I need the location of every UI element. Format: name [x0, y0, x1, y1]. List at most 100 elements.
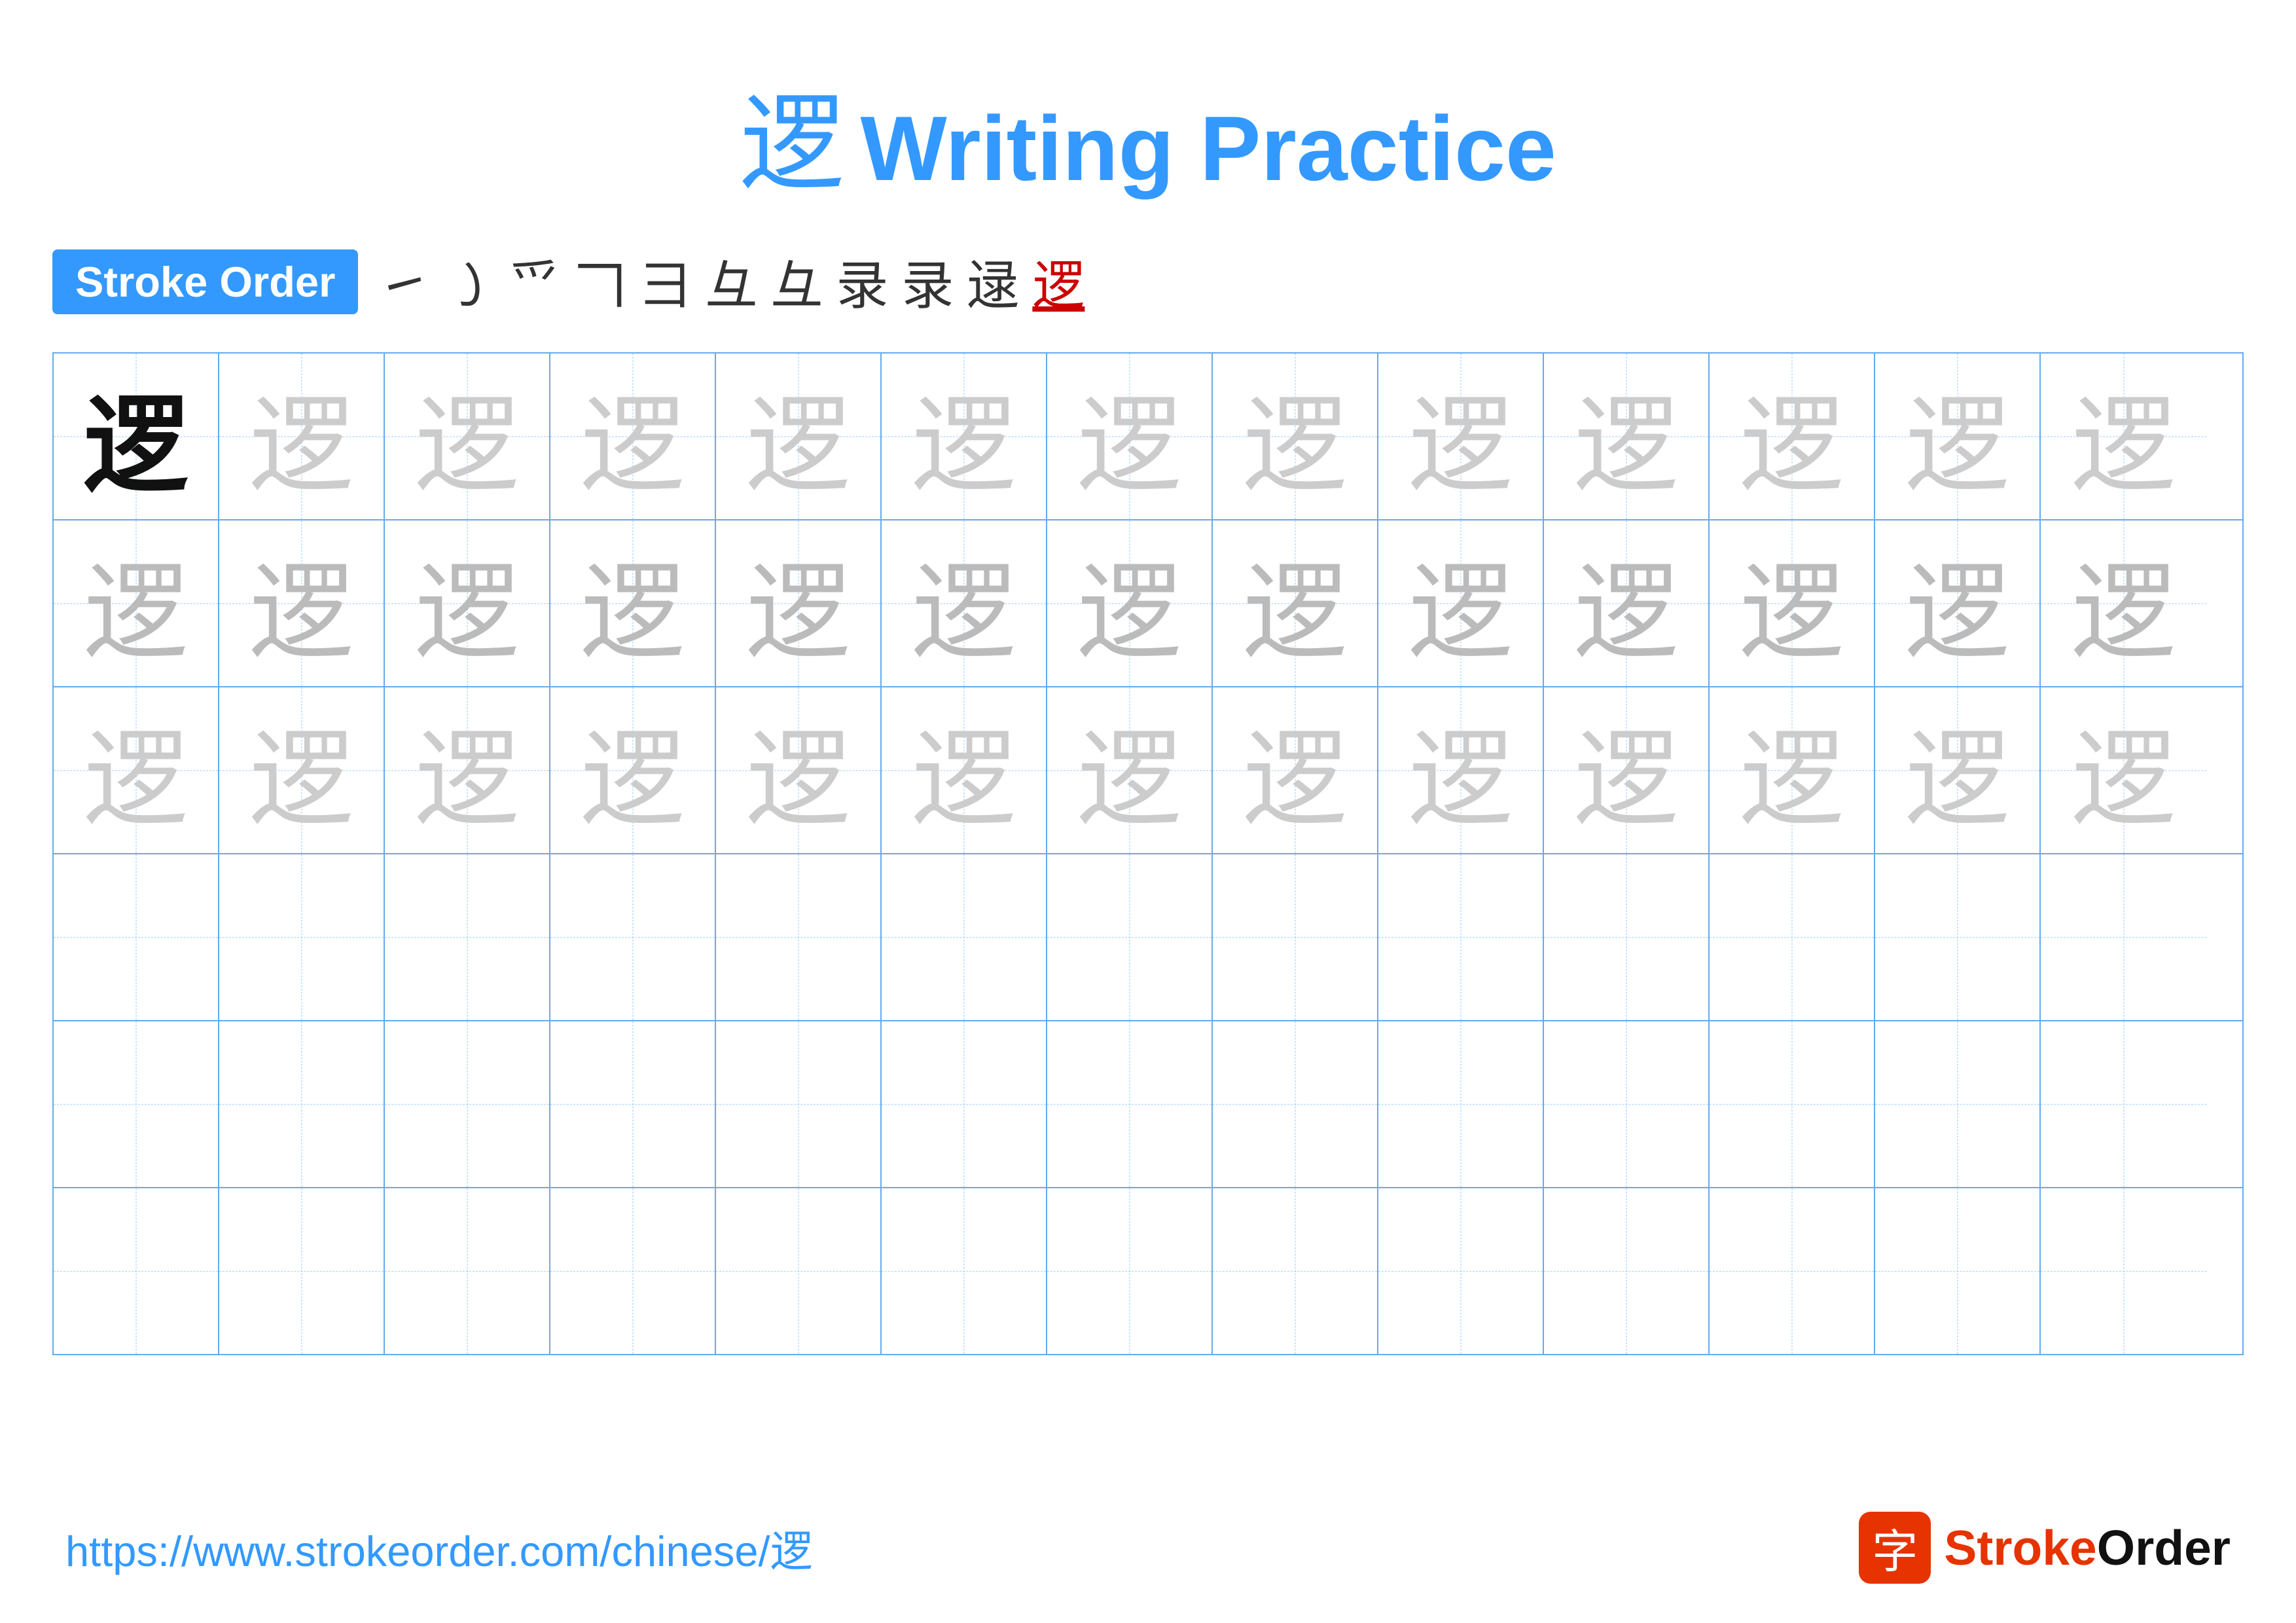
stroke-order-badge: Stroke Order [52, 249, 358, 314]
grid-cell-r4-c8[interactable] [1213, 854, 1378, 1020]
char-guide: 逻 [1905, 695, 2009, 847]
grid-cell-r3-c7: 逻 [1047, 687, 1213, 853]
char-guide: 逻 [1408, 695, 1513, 847]
grid-cell-r5-c1[interactable] [54, 1021, 219, 1187]
grid-cell-r4-c12[interactable] [1875, 854, 2041, 1020]
logo-char: 字 [1872, 1515, 1918, 1581]
grid-cell-r4-c2[interactable] [219, 854, 385, 1020]
grid-cell-r3-c6: 逻 [882, 687, 1047, 853]
char-guide: 逻 [580, 528, 685, 680]
stroke-11: 逻 [1032, 244, 1085, 319]
grid-cell-r3-c13: 逻 [2041, 687, 2206, 853]
grid-cell-r5-c12[interactable] [1875, 1021, 2041, 1187]
grid-cell-r4-c13[interactable] [2041, 854, 2206, 1020]
grid-cell-r5-c6[interactable] [882, 1021, 1047, 1187]
grid-cell-r2-c5: 逻 [716, 520, 882, 686]
grid-row-2: 逻 逻 逻 逻 逻 逻 逻 逻 逻 逻 逻 逻 [54, 520, 2242, 687]
grid-cell-r6-c3[interactable] [385, 1188, 550, 1354]
grid-cell-r4-c7[interactable] [1047, 854, 1213, 1020]
grid-cell-r4-c11[interactable] [1710, 854, 1875, 1020]
grid-cell-r6-c7[interactable] [1047, 1188, 1213, 1354]
char-guide: 逻 [1242, 361, 1347, 513]
grid-cell-r3-c3: 逻 [385, 687, 550, 853]
grid-row-1: 逻 逻 逻 逻 逻 逻 逻 逻 逻 逻 逻 逻 [54, 354, 2242, 520]
grid-cell-r4-c1[interactable] [54, 854, 219, 1020]
char-guide: 逻 [911, 361, 1016, 513]
title-chinese-char: 逻 [740, 86, 844, 203]
grid-cell-r2-c9: 逻 [1378, 520, 1544, 686]
grid-cell-r4-c4[interactable] [550, 854, 716, 1020]
grid-cell-r6-c11[interactable] [1710, 1188, 1875, 1354]
stroke-order-row: Stroke Order ㇀ ㇁ ⺤ 𠃍 彐 彑 彑 录 录 逯 逻 [0, 244, 2296, 319]
grid-cell-r1-c2: 逻 [219, 354, 385, 519]
grid-cell-r6-c10[interactable] [1544, 1188, 1710, 1354]
char-guide: 逻 [249, 528, 353, 680]
grid-cell-r3-c1: 逻 [54, 687, 219, 853]
grid-cell-r2-c8: 逻 [1213, 520, 1378, 686]
grid-cell-r6-c5[interactable] [716, 1188, 882, 1354]
char-guide: 逻 [249, 361, 353, 513]
grid-cell-r5-c8[interactable] [1213, 1021, 1378, 1187]
grid-cell-r3-c8: 逻 [1213, 687, 1378, 853]
char-guide: 逻 [1077, 528, 1181, 680]
grid-cell-r2-c12: 逻 [1875, 520, 2041, 686]
grid-cell-r1-c3: 逻 [385, 354, 550, 519]
char-guide: 逻 [1077, 695, 1181, 847]
grid-cell-r5-c10[interactable] [1544, 1021, 1710, 1187]
grid-cell-r4-c3[interactable] [385, 854, 550, 1020]
grid-cell-r5-c2[interactable] [219, 1021, 385, 1187]
stroke-sequence: ㇀ ㇁ ⺤ 𠃍 彐 彑 彑 录 录 逯 逻 [378, 244, 1085, 319]
grid-cell-r1-c13: 逻 [2041, 354, 2206, 519]
char-guide: 逻 [414, 695, 519, 847]
grid-cell-r6-c12[interactable] [1875, 1188, 2041, 1354]
grid-cell-r6-c4[interactable] [550, 1188, 716, 1354]
char-guide: 逻 [1242, 528, 1347, 680]
grid-cell-r5-c13[interactable] [2041, 1021, 2206, 1187]
stroke-9: 录 [901, 244, 954, 319]
char-guide: 逻 [2071, 528, 2176, 680]
logo-text: StrokeOrder [1944, 1520, 2231, 1576]
grid-cell-r2-c11: 逻 [1710, 520, 1875, 686]
footer-logo: 字 StrokeOrder [1859, 1512, 2231, 1584]
char-guide: 逻 [1905, 361, 2009, 513]
grid-cell-r6-c8[interactable] [1213, 1188, 1378, 1354]
grid-cell-r6-c2[interactable] [219, 1188, 385, 1354]
grid-cell-r5-c3[interactable] [385, 1021, 550, 1187]
grid-cell-r5-c11[interactable] [1710, 1021, 1875, 1187]
grid-cell-r3-c12: 逻 [1875, 687, 2041, 853]
char-guide: 逻 [1905, 528, 2009, 680]
grid-cell-r5-c4[interactable] [550, 1021, 716, 1187]
grid-cell-r6-c1[interactable] [54, 1188, 219, 1354]
grid-cell-r1-c1: 逻 [54, 354, 219, 519]
char-guide: 逻 [2071, 361, 2176, 513]
char-guide: 逻 [1077, 361, 1181, 513]
footer-url[interactable]: https://www.strokeorder.com/chinese/逻 [65, 1517, 813, 1578]
stroke-2: ㇁ [443, 244, 495, 319]
stroke-6: 彑 [705, 244, 757, 319]
grid-cell-r5-c9[interactable] [1378, 1021, 1544, 1187]
grid-cell-r4-c5[interactable] [716, 854, 882, 1020]
stroke-7: 彑 [770, 244, 823, 319]
char-guide: 逻 [745, 361, 850, 513]
grid-cell-r3-c10: 逻 [1544, 687, 1710, 853]
stroke-5: 彐 [639, 244, 692, 319]
grid-cell-r2-c3: 逻 [385, 520, 550, 686]
char-guide: 逻 [414, 528, 519, 680]
stroke-4: 𠃍 [574, 244, 626, 319]
grid-cell-r1-c6: 逻 [882, 354, 1047, 519]
grid-cell-r4-c10[interactable] [1544, 854, 1710, 1020]
practice-grid: 逻 逻 逻 逻 逻 逻 逻 逻 逻 逻 逻 逻 [52, 352, 2244, 1355]
char-guide: 逻 [745, 695, 850, 847]
grid-cell-r5-c5[interactable] [716, 1021, 882, 1187]
grid-cell-r3-c5: 逻 [716, 687, 882, 853]
grid-cell-r6-c6[interactable] [882, 1188, 1047, 1354]
grid-cell-r6-c13[interactable] [2041, 1188, 2206, 1354]
grid-cell-r5-c7[interactable] [1047, 1021, 1213, 1187]
char-guide: 逻 [414, 361, 519, 513]
grid-cell-r4-c6[interactable] [882, 854, 1047, 1020]
grid-cell-r1-c9: 逻 [1378, 354, 1544, 519]
grid-cell-r1-c12: 逻 [1875, 354, 2041, 519]
grid-cell-r4-c9[interactable] [1378, 854, 1544, 1020]
grid-cell-r6-c9[interactable] [1378, 1188, 1544, 1354]
grid-row-4 [54, 854, 2242, 1021]
